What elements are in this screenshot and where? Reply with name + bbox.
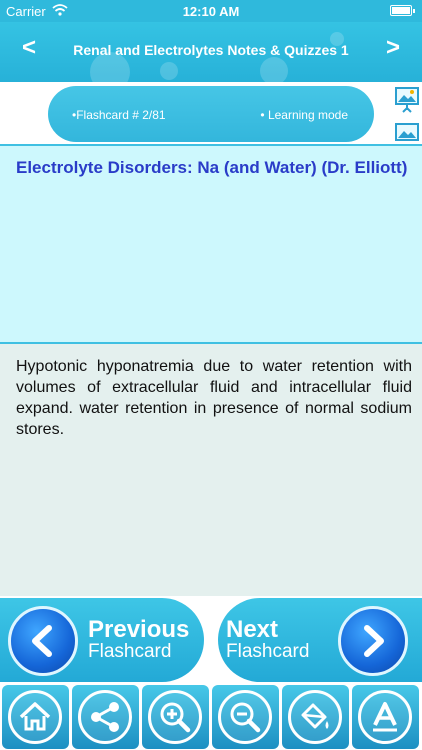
- flashcard-navigation: Previous Flashcard Next Flashcard: [0, 596, 422, 684]
- next-flashcard-button[interactable]: Next Flashcard: [218, 598, 422, 682]
- share-icon: [91, 702, 119, 732]
- learning-mode-label: • Learning mode: [260, 108, 348, 122]
- font-icon: [373, 702, 397, 732]
- next-label: Next: [226, 616, 279, 643]
- bottom-toolbar: [0, 684, 422, 750]
- info-bar: •Flashcard # 2/81 • Learning mode: [0, 82, 422, 144]
- chevron-right-icon: [338, 606, 408, 676]
- background-color-button[interactable]: [282, 685, 349, 749]
- bubble-decoration: [260, 57, 288, 82]
- header-prev-button[interactable]: <: [22, 34, 36, 62]
- next-sublabel: Flashcard: [226, 641, 310, 662]
- flashcard-counter: •Flashcard # 2/81: [72, 108, 166, 122]
- previous-flashcard-button[interactable]: Previous Flashcard: [0, 598, 204, 682]
- status-time: 12:10 AM: [182, 4, 240, 19]
- card-body-text: Hypotonic hyponatremia due to water rete…: [16, 358, 412, 438]
- battery-icon: [390, 5, 415, 16]
- card-title-panel: Electrolyte Disorders: Na (and Water) (D…: [0, 144, 422, 344]
- paint-bucket-icon: [301, 703, 329, 729]
- home-button[interactable]: [2, 685, 69, 749]
- nav-header: < Renal and Electrolytes Notes & Quizzes…: [0, 22, 422, 82]
- bubble-decoration: [160, 62, 178, 80]
- share-button[interactable]: [72, 685, 139, 749]
- card-title: Electrolyte Disorders: Na (and Water) (D…: [16, 158, 408, 177]
- zoom-out-icon: [230, 702, 261, 733]
- previous-sublabel: Flashcard: [88, 641, 172, 662]
- font-button[interactable]: [352, 685, 419, 749]
- zoom-in-button[interactable]: [142, 685, 209, 749]
- page-title: Renal and Electrolytes Notes & Quizzes 1: [73, 42, 349, 58]
- previous-label: Previous: [88, 616, 190, 643]
- status-bar: Carrier 12:10 AM: [0, 0, 422, 22]
- home-icon: [19, 702, 51, 731]
- flashcard-info-pill: •Flashcard # 2/81 • Learning mode: [48, 86, 374, 142]
- chevron-left-icon: [8, 606, 78, 676]
- slideshow-icon[interactable]: [394, 86, 420, 114]
- zoom-out-button[interactable]: [212, 685, 279, 749]
- header-next-button[interactable]: >: [386, 34, 400, 62]
- card-body-panel: Hypotonic hyponatremia due to water rete…: [0, 344, 422, 596]
- zoom-in-icon: [160, 702, 191, 733]
